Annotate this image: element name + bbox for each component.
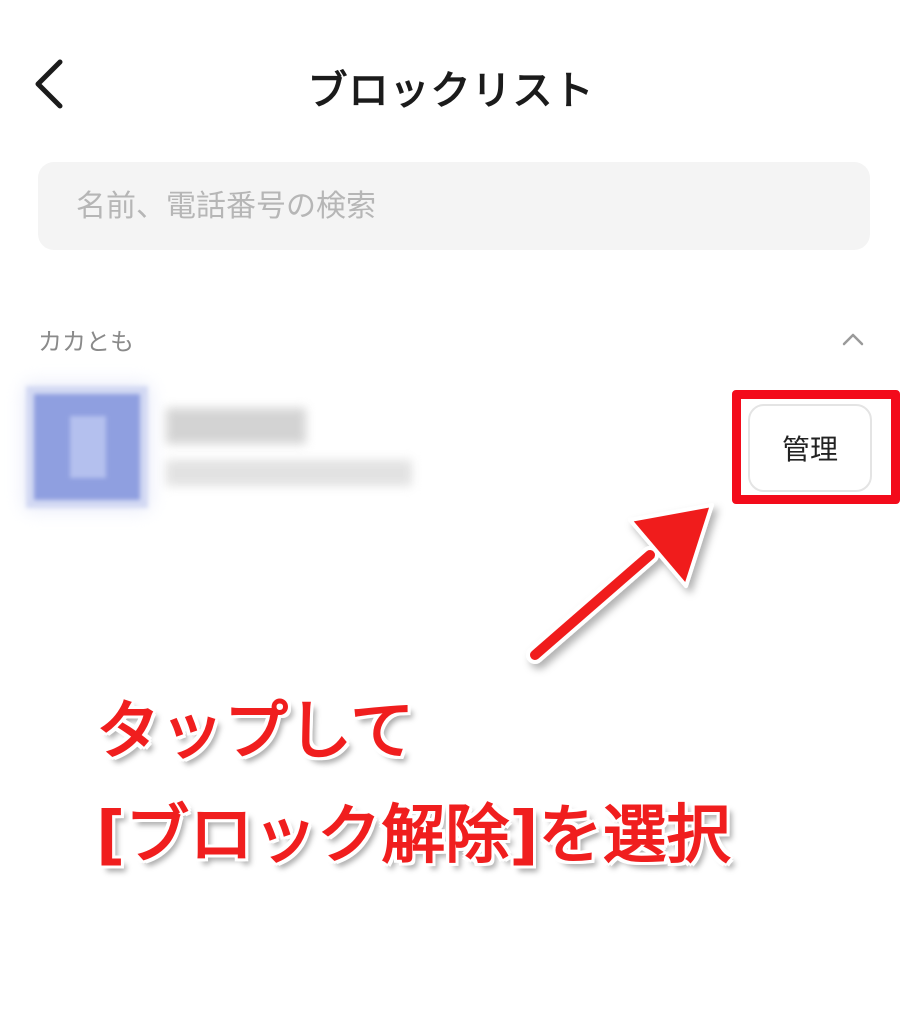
annotation-line-1: タップして [96,695,415,769]
avatar-blur-detail [70,416,106,478]
blocked-contact-row: 管理 [0,380,902,520]
section-header: カカとも [38,318,870,364]
search-box[interactable] [38,162,870,250]
avatar [34,394,140,500]
section-label: カカとも [38,328,134,356]
chevron-up-icon [842,333,864,346]
page-title: ブロックリスト [307,68,595,114]
header: ブロックリスト [0,0,902,170]
search-input[interactable] [74,175,838,237]
manage-button[interactable]: 管理 [748,404,872,492]
block-list-screen: ブロックリスト カカとも 管理 タップして [ [0,0,902,1024]
annotation-line-2: [ブロック解除]を選択 [96,799,731,873]
collapse-button[interactable] [836,322,870,356]
contact-name-blurred [166,408,306,444]
contact-detail-blurred [166,460,412,486]
